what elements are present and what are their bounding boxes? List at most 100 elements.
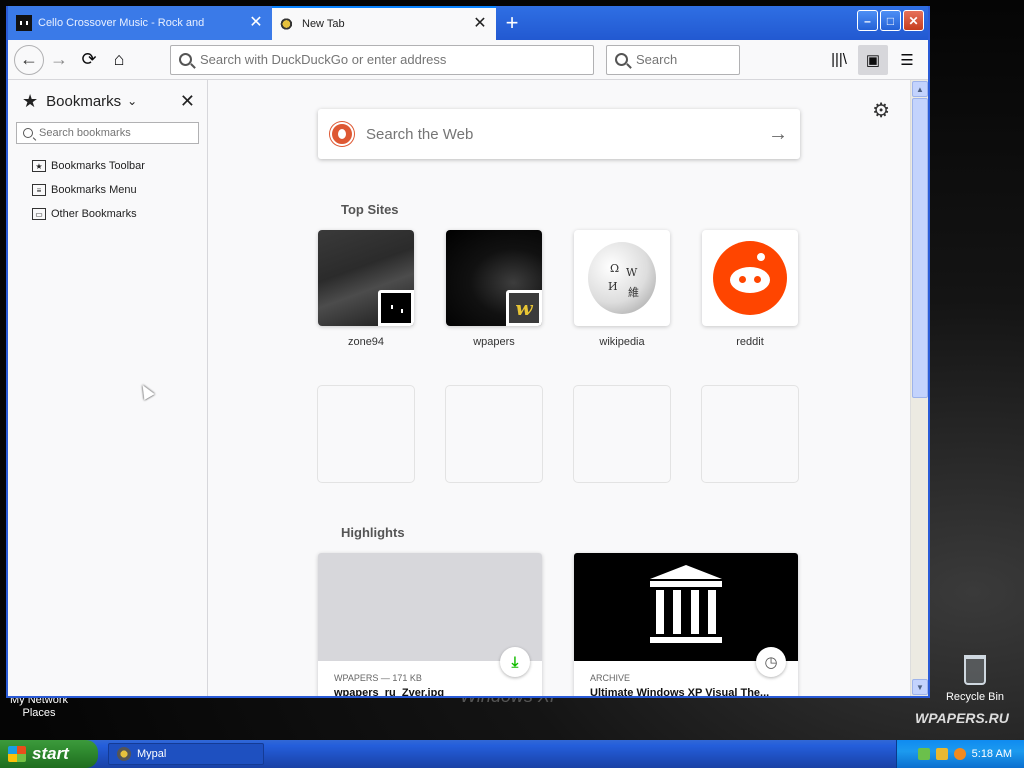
sidebar-toggle-button[interactable]: ▣	[858, 44, 888, 75]
search-icon	[615, 53, 628, 66]
vertical-scrollbar[interactable]: ▲ ▼	[910, 80, 928, 696]
site-thumbnail: w	[446, 230, 542, 326]
mypal-favicon-icon	[280, 16, 296, 32]
home-button[interactable]: ⌂	[104, 45, 134, 75]
close-tab-icon[interactable]: ✕	[248, 15, 264, 31]
bookmark-folder-menu[interactable]: ≡ Bookmarks Menu	[32, 178, 199, 202]
forward-button[interactable]: →	[44, 45, 74, 75]
sidebar-title[interactable]: Bookmarks	[46, 93, 121, 110]
empty-tile	[574, 386, 670, 482]
tab-new-tab[interactable]: New Tab ✕	[272, 6, 496, 40]
search-tray-icon[interactable]	[953, 748, 966, 760]
security-shield-icon[interactable]	[935, 748, 948, 760]
bookmark-folder-label: Bookmarks Menu	[51, 184, 137, 196]
site-label: reddit	[736, 336, 764, 348]
recycle-bin-icon[interactable]: Recycle Bin	[940, 655, 1010, 703]
taskbar-item-mypal[interactable]: Mypal	[108, 743, 264, 765]
toolbar-right: |||\ ▣ ☰	[824, 44, 922, 75]
sidebar-header: ★ Bookmarks ⌄ ✕	[16, 80, 199, 122]
site-thumbnail	[702, 230, 798, 326]
browser-window: Cello Crossover Music - Rock and ✕ New T…	[6, 6, 930, 698]
wpapers-favicon-icon: w	[506, 290, 542, 326]
download-icon: ⤓	[500, 647, 530, 677]
empty-tile	[318, 386, 414, 482]
top-sites-grid: zone94 w wpapers Ω W И 維 wikipedia reddi…	[318, 230, 800, 482]
bookmark-search-box[interactable]	[16, 122, 199, 144]
close-window-button[interactable]: ✕	[903, 10, 924, 31]
highlight-title: wpapers_ru_Zver.jpg	[334, 687, 445, 696]
highlight-thumbnail	[574, 553, 798, 661]
maximize-button[interactable]: □	[880, 10, 901, 31]
navigation-toolbar: ← → ⟳ ⌂ |||\ ▣ ☰	[8, 40, 928, 80]
other-bookmarks-icon: ▭	[32, 208, 46, 220]
menu-button[interactable]: ☰	[892, 45, 922, 75]
web-search-input[interactable]	[366, 125, 768, 143]
tab-title: Cello Crossover Music - Rock and	[38, 17, 205, 29]
url-bar[interactable]	[170, 44, 594, 75]
search-bar[interactable]	[606, 44, 812, 75]
highlight-card[interactable]: ⤓ WPAPERS — 171 KB wpapers_ru_Zver.jpg	[318, 553, 542, 696]
highlight-title: Ultimate Windows XP Visual The...	[590, 687, 770, 696]
tab-bar: Cello Crossover Music - Rock and ✕ New T…	[8, 6, 928, 40]
mypal-icon	[117, 747, 131, 761]
zone94-favicon-icon	[16, 15, 32, 31]
site-logo: WPAPERS.RU	[915, 710, 1009, 726]
search-input[interactable]	[636, 52, 812, 67]
search-icon	[23, 128, 33, 138]
tab-title: New Tab	[302, 18, 345, 30]
network-icon[interactable]	[917, 748, 930, 760]
arrow-right-icon[interactable]: →	[768, 123, 788, 146]
chevron-down-icon[interactable]: ⌄	[127, 94, 137, 108]
bookmark-folder-label: Bookmarks Toolbar	[51, 160, 145, 172]
highlight-thumbnail	[318, 553, 542, 661]
reload-button[interactable]: ⟳	[74, 45, 104, 75]
web-search-box[interactable]: →	[318, 109, 800, 159]
scroll-down-icon[interactable]: ▼	[912, 679, 928, 695]
clock[interactable]: 5:18 AM	[972, 748, 1012, 760]
windows-flag-icon	[8, 746, 26, 762]
recycle-bin-label: Recycle Bin	[945, 691, 1005, 703]
top-site-wpapers[interactable]: w wpapers	[446, 230, 542, 348]
empty-site-slot[interactable]	[574, 386, 670, 482]
scrollbar-thumb[interactable]	[912, 98, 928, 398]
wikipedia-globe-icon: Ω W И 維	[588, 242, 656, 314]
system-tray: 5:18 AM	[896, 740, 1024, 768]
library-button[interactable]: |||\	[824, 45, 854, 75]
highlight-card[interactable]: ◷ ARCHIVE Ultimate Windows XP Visual The…	[574, 553, 798, 696]
top-site-reddit[interactable]: reddit	[702, 230, 798, 348]
zone94-favicon-icon	[378, 290, 414, 326]
empty-site-slot[interactable]	[446, 386, 542, 482]
search-icon	[179, 53, 192, 66]
archive-temple-icon	[650, 565, 722, 645]
start-label: start	[32, 744, 69, 763]
close-tab-icon[interactable]: ✕	[472, 16, 488, 32]
taskbar: start Mypal 5:18 AM	[0, 740, 1024, 768]
minimize-button[interactable]: –	[857, 10, 878, 31]
reddit-alien-icon	[713, 241, 787, 315]
url-input[interactable]	[200, 52, 585, 67]
bookmarks-sidebar: ★ Bookmarks ⌄ ✕ ★ Bookmarks Toolbar ≡ Bo…	[8, 80, 208, 696]
tab-cello-music[interactable]: Cello Crossover Music - Rock and ✕	[8, 6, 272, 40]
bookmarks-menu-icon: ≡	[32, 184, 46, 196]
empty-site-slot[interactable]	[318, 386, 414, 482]
bookmark-folder-other[interactable]: ▭ Other Bookmarks	[32, 202, 199, 226]
site-label: wpapers	[473, 336, 515, 348]
close-sidebar-icon[interactable]: ✕	[180, 91, 195, 112]
start-button[interactable]: start	[0, 740, 98, 768]
top-site-zone94[interactable]: zone94	[318, 230, 414, 348]
bookmark-folder-list: ★ Bookmarks Toolbar ≡ Bookmarks Menu ▭ O…	[16, 154, 199, 226]
duckduckgo-icon	[330, 122, 354, 146]
new-tab-button[interactable]: +	[496, 6, 528, 40]
scroll-up-icon[interactable]: ▲	[912, 81, 928, 97]
top-sites-title: Top Sites	[341, 202, 399, 217]
bookmark-folder-toolbar[interactable]: ★ Bookmarks Toolbar	[32, 154, 199, 178]
bookmark-search-input[interactable]	[39, 127, 192, 139]
back-button[interactable]: ←	[14, 44, 44, 75]
trash-icon	[964, 655, 986, 685]
empty-tile	[446, 386, 542, 482]
empty-site-slot[interactable]	[702, 386, 798, 482]
site-label: zone94	[347, 336, 385, 348]
site-thumbnail	[318, 230, 414, 326]
gear-icon[interactable]: ⚙	[872, 98, 890, 123]
top-site-wikipedia[interactable]: Ω W И 維 wikipedia	[574, 230, 670, 348]
